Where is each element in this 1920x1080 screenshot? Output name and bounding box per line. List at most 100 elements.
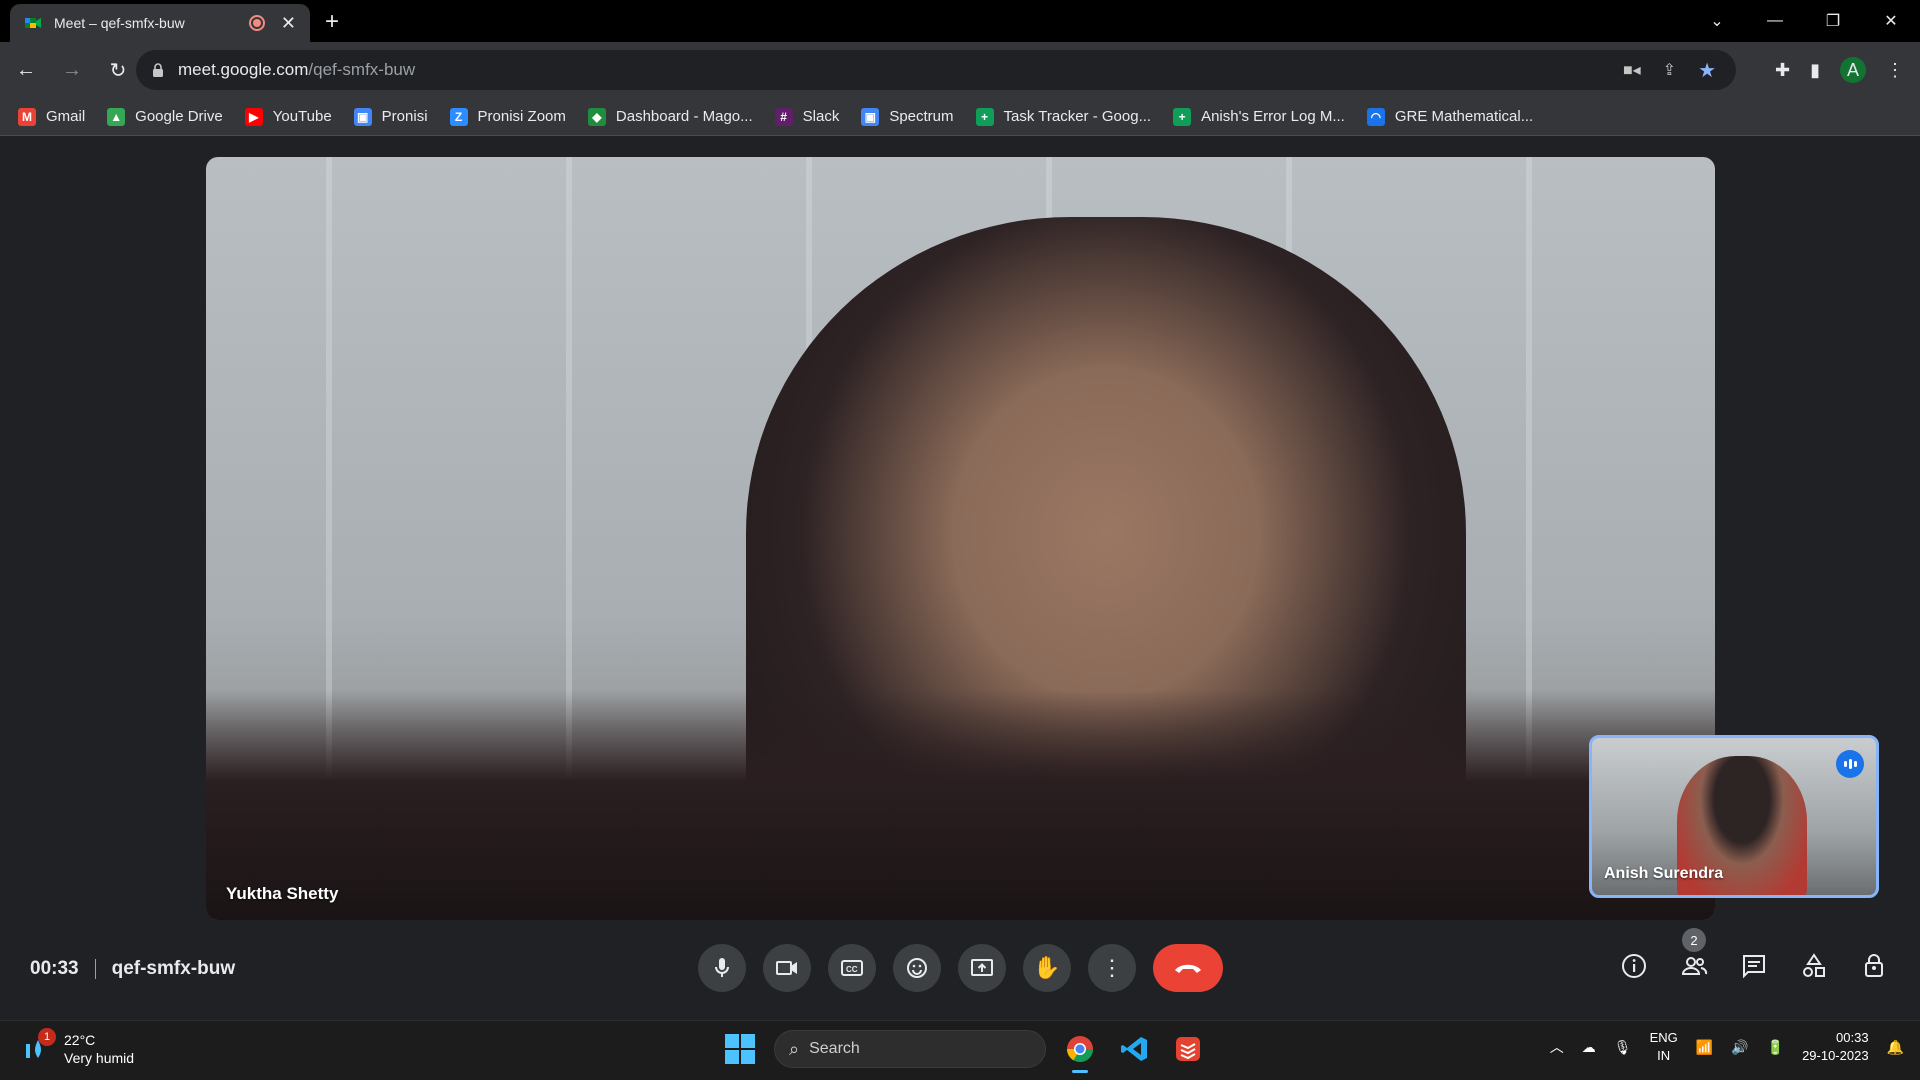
present-screen-icon	[971, 959, 993, 976]
emoji-reactions-button[interactable]	[893, 944, 941, 992]
bookmark-item[interactable]: ▣ Spectrum	[861, 107, 954, 126]
bookmark-label: Gmail	[46, 108, 86, 125]
speaking-indicator-icon	[1836, 750, 1864, 778]
bookmark-item[interactable]: # Slack	[774, 107, 839, 126]
more-options-button[interactable]: ⋮	[1088, 944, 1136, 992]
self-video-tile[interactable]: Anish Surendra	[1589, 735, 1879, 898]
volume-icon[interactable]: 🔊	[1731, 1039, 1748, 1056]
chat-icon	[1743, 955, 1765, 979]
camera-in-use-icon[interactable]: ■◂	[1623, 60, 1641, 80]
meeting-details-button[interactable]	[1618, 950, 1650, 982]
share-icon[interactable]: ⇪	[1663, 60, 1676, 80]
microphone-icon	[715, 958, 729, 977]
host-controls-button[interactable]	[1858, 950, 1890, 982]
bookmark-item[interactable]: Z Pronisi Zoom	[449, 107, 566, 126]
loading-icon: ◠	[1366, 107, 1385, 126]
main-participant-video[interactable]: Yuktha Shetty	[206, 157, 1715, 920]
youtube-icon: ▶	[244, 107, 263, 126]
onedrive-icon[interactable]: ☁	[1582, 1039, 1596, 1056]
browser-toolbar: ← → ↻ meet.google.com/qef-smfx-buw ■◂ ⇪ …	[0, 42, 1920, 98]
new-tab-button[interactable]: +	[325, 8, 339, 36]
present-screen-button[interactable]	[958, 944, 1006, 992]
close-tab-icon[interactable]: ✕	[281, 13, 296, 34]
url-path: /qef-smfx-buw	[308, 60, 416, 79]
captions-button[interactable]: CC	[828, 944, 876, 992]
browser-tab-strip: Meet – qef-smfx-buw ✕ + ⌄ — ❐ ✕	[0, 0, 1920, 42]
back-button[interactable]: ←	[6, 59, 46, 82]
chevron-up-icon[interactable]: ︿	[1550, 1037, 1564, 1057]
wifi-icon[interactable]: 📶	[1696, 1039, 1713, 1056]
vscode-icon	[1121, 1037, 1147, 1061]
meeting-clock: 00:33	[30, 958, 79, 979]
bookmark-label: Dashboard - Mago...	[615, 108, 753, 125]
system-clock[interactable]: 00:33 29-10-2023	[1802, 1029, 1869, 1065]
windows-start-button[interactable]	[720, 1029, 760, 1069]
dashboard-icon: ◆	[587, 107, 606, 126]
search-placeholder: Search	[809, 1040, 860, 1057]
camera-button[interactable]	[763, 944, 811, 992]
bookmark-item[interactable]: ◆ Dashboard - Mago...	[587, 107, 753, 126]
videocam-icon	[776, 961, 797, 975]
microphone-button[interactable]	[698, 944, 746, 992]
toolbar-right: ✚ ▮ A ⋮	[1775, 42, 1920, 98]
browser-tab-meet[interactable]: Meet – qef-smfx-buw ✕	[10, 4, 310, 42]
minimize-button[interactable]: —	[1746, 12, 1804, 30]
call-end-icon	[1175, 964, 1201, 973]
closed-captions-icon: CC	[841, 960, 863, 976]
bookmark-item[interactable]: ▶ YouTube	[244, 107, 332, 126]
divider	[94, 959, 96, 979]
clock-time: 00:33	[1836, 1030, 1869, 1045]
bookmark-label: Pronisi Zoom	[477, 108, 566, 125]
restore-button[interactable]: ❐	[1804, 11, 1862, 31]
bookmark-star-icon[interactable]: ★	[1698, 58, 1716, 83]
weather-icon: 1	[24, 1028, 56, 1064]
bookmark-item[interactable]: ▣ Pronisi	[353, 107, 428, 126]
bookmark-item[interactable]: + Anish's Error Log M...	[1173, 107, 1345, 126]
activities-button[interactable]	[1798, 950, 1830, 982]
meeting-tools: 2	[1618, 928, 1890, 982]
meet-stage: Yuktha Shetty Anish Surendra	[0, 137, 1920, 1020]
side-panel-icon[interactable]: ▮	[1810, 60, 1820, 81]
sheets-icon: +	[1173, 107, 1192, 126]
notification-bell-icon[interactable]: 🔔	[1887, 1039, 1904, 1056]
profile-avatar[interactable]: A	[1840, 57, 1866, 83]
tab-search-icon[interactable]: ⌄	[1688, 11, 1746, 31]
bookmark-item[interactable]: M Gmail	[18, 107, 86, 126]
pronisi-icon: ▣	[353, 107, 372, 126]
close-window-button[interactable]: ✕	[1862, 11, 1920, 31]
microphone-tray-icon[interactable]: 🎙	[1614, 1039, 1632, 1056]
chrome-taskbar-app[interactable]	[1060, 1029, 1100, 1073]
taskbar-search[interactable]: ⌕ Search	[774, 1030, 1046, 1068]
bookmark-item[interactable]: ◠ GRE Mathematical...	[1366, 107, 1533, 126]
input-language[interactable]: ENG IN	[1650, 1029, 1678, 1065]
system-tray: ︿ ☁ 🎙 ENG IN 📶 🔊 🔋 00:33 29-10-2023 🔔	[1550, 1029, 1904, 1065]
raise-hand-button[interactable]: ✋	[1023, 944, 1071, 992]
bookmark-item[interactable]: ▲ Google Drive	[107, 107, 223, 126]
hand-icon: ✋	[1033, 955, 1061, 980]
lock-icon	[153, 63, 163, 77]
people-button[interactable]: 2	[1678, 928, 1710, 982]
spectrum-icon: ▣	[861, 107, 880, 126]
window-controls: ⌄ — ❐ ✕	[1688, 0, 1920, 42]
address-bar[interactable]: meet.google.com/qef-smfx-buw ■◂ ⇪ ★	[136, 50, 1736, 90]
battery-icon[interactable]: 🔋	[1767, 1039, 1784, 1056]
leave-call-button[interactable]	[1153, 944, 1223, 992]
lock-person-icon	[1865, 954, 1883, 977]
extensions-icon[interactable]: ✚	[1775, 60, 1790, 81]
bookmark-item[interactable]: + Task Tracker - Goog...	[975, 107, 1151, 126]
vscode-taskbar-app[interactable]	[1114, 1029, 1154, 1069]
todoist-taskbar-app[interactable]	[1168, 1029, 1208, 1069]
windows-taskbar: 1 22°C Very humid ⌕ Search ︿ ☁ 🎙 ENG IN …	[0, 1020, 1920, 1080]
slack-icon: #	[774, 107, 793, 126]
reload-button[interactable]: ↻	[98, 58, 138, 83]
people-count-badge: 2	[1682, 928, 1706, 952]
menu-icon[interactable]: ⋮	[1886, 60, 1904, 81]
call-controls: CC ✋ ⋮	[698, 944, 1223, 992]
google-meet-icon	[25, 18, 41, 28]
weather-widget[interactable]: 1 22°C Very humid	[24, 1028, 134, 1067]
bookmark-label: Google Drive	[135, 108, 223, 125]
forward-button[interactable]: →	[52, 59, 92, 82]
main-participant-name: Yuktha Shetty	[226, 884, 339, 903]
chat-button[interactable]	[1738, 950, 1770, 982]
more-vert-icon: ⋮	[1101, 955, 1123, 980]
